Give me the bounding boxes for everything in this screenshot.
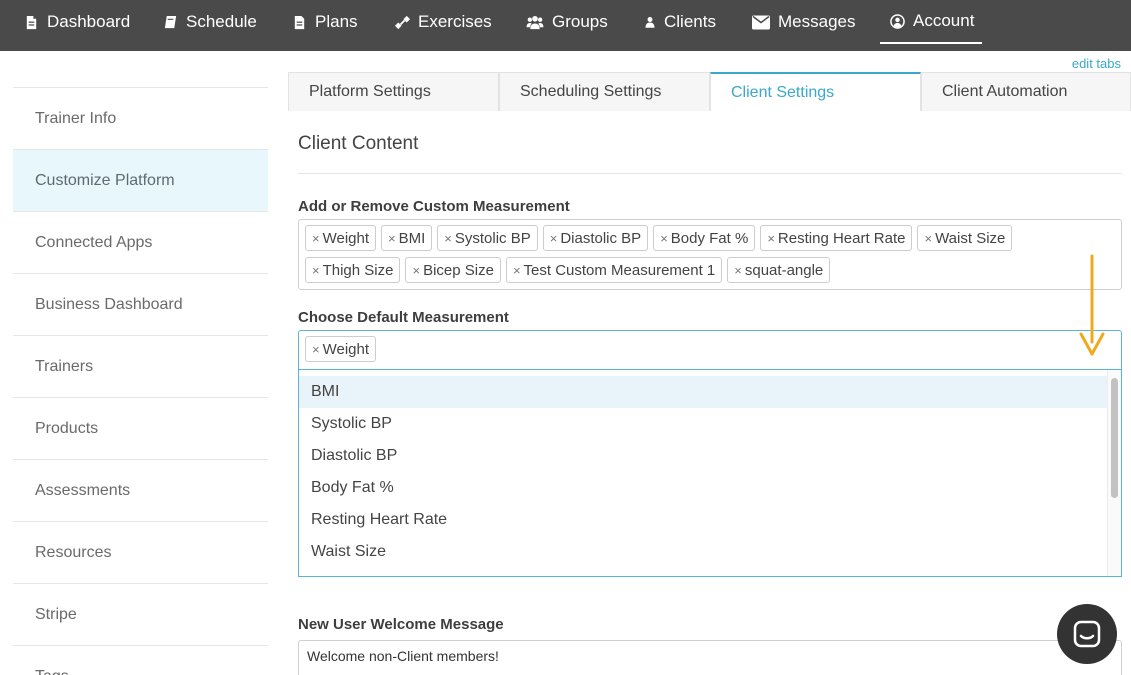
chat-icon bbox=[1073, 620, 1101, 648]
sidebar-item-stripe[interactable]: Stripe bbox=[13, 583, 268, 645]
dropdown-option[interactable]: Systolic BP bbox=[299, 408, 1121, 440]
tag-label: Weight bbox=[322, 229, 370, 247]
users-icon bbox=[526, 15, 544, 29]
nav-schedule-label: Schedule bbox=[186, 12, 257, 31]
sidebar-item-tags[interactable]: Tags bbox=[13, 645, 268, 675]
sidebar-item-trainer-info[interactable]: Trainer Info bbox=[13, 87, 268, 149]
tab-scheduling-settings[interactable]: Scheduling Settings bbox=[499, 72, 710, 111]
nav-clients[interactable]: Clients bbox=[644, 0, 716, 44]
sidebar-item-business-dashboard[interactable]: Business Dashboard bbox=[13, 273, 268, 335]
dropdown-option[interactable]: BMI bbox=[299, 376, 1121, 408]
nav-plans[interactable]: Plans bbox=[292, 0, 358, 44]
measurement-tag: × Diastolic BP bbox=[542, 225, 649, 251]
remove-tag-icon[interactable]: × bbox=[734, 263, 742, 278]
sidebar-item-products[interactable]: Products bbox=[13, 397, 268, 459]
nav-exercises[interactable]: Exercises bbox=[395, 0, 492, 44]
nav-account[interactable]: Account bbox=[880, 0, 982, 44]
account-circle-icon bbox=[890, 13, 905, 29]
nav-schedule[interactable]: Schedule bbox=[163, 0, 257, 44]
selected-measurement-tag: × Weight bbox=[305, 336, 377, 362]
welcome-message-field[interactable]: Welcome non-Client members! bbox=[298, 640, 1122, 675]
tag-label: Resting Heart Rate bbox=[777, 229, 906, 247]
measurement-tag: × Waist Size bbox=[917, 225, 1013, 251]
measurement-tag: × BMI bbox=[381, 225, 433, 251]
edit-tabs-link[interactable]: edit tabs bbox=[1072, 56, 1121, 71]
sidebar-item-assessments[interactable]: Assessments bbox=[13, 459, 268, 521]
remove-tag-icon[interactable]: × bbox=[312, 263, 320, 278]
dropdown-scroll-track[interactable] bbox=[1107, 370, 1121, 576]
book-icon bbox=[164, 15, 177, 28]
sidebar-item-connected-apps[interactable]: Connected Apps bbox=[13, 211, 268, 273]
measurement-tag: × Resting Heart Rate bbox=[760, 225, 913, 251]
tag-label: squat-angle bbox=[744, 261, 824, 279]
dumbbell-icon bbox=[395, 15, 410, 29]
measurement-dropdown: BMI Systolic BP Diastolic BP Body Fat % … bbox=[298, 370, 1122, 577]
remove-tag-icon[interactable]: × bbox=[312, 342, 320, 357]
nav-messages-label: Messages bbox=[778, 12, 856, 31]
sidebar-item-trainers[interactable]: Trainers bbox=[13, 335, 268, 397]
default-measurement-input[interactable]: × Weight bbox=[298, 330, 1122, 370]
measurement-tag: × Bicep Size bbox=[405, 257, 501, 283]
envelope-icon bbox=[752, 15, 770, 29]
dropdown-option[interactable]: Body Fat % bbox=[299, 472, 1121, 504]
nav-groups[interactable]: Groups bbox=[526, 0, 608, 44]
tab-client-automation[interactable]: Client Automation bbox=[921, 72, 1131, 111]
measurement-tag: × Systolic BP bbox=[437, 225, 538, 251]
measurement-tag: × squat-angle bbox=[727, 257, 831, 283]
remove-tag-icon[interactable]: × bbox=[388, 231, 396, 246]
custom-measurement-label: Add or Remove Custom Measurement bbox=[298, 198, 570, 215]
welcome-message-label: New User Welcome Message bbox=[298, 616, 504, 633]
remove-tag-icon[interactable]: × bbox=[412, 263, 420, 278]
remove-tag-icon[interactable]: × bbox=[660, 231, 668, 246]
remove-tag-icon[interactable]: × bbox=[767, 231, 775, 246]
tag-label: Thigh Size bbox=[322, 261, 394, 279]
sidebar-item-resources[interactable]: Resources bbox=[13, 521, 268, 583]
tag-label: BMI bbox=[398, 229, 426, 247]
tag-label: Waist Size bbox=[935, 229, 1006, 247]
nav-dashboard[interactable]: Dashboard bbox=[24, 0, 130, 44]
tag-label: Body Fat % bbox=[670, 229, 749, 247]
measurement-tag: × Body Fat % bbox=[653, 225, 756, 251]
document-icon bbox=[294, 15, 305, 29]
nav-account-label: Account bbox=[913, 11, 975, 30]
nav-dashboard-label: Dashboard bbox=[47, 12, 131, 31]
tab-client-settings[interactable]: Client Settings bbox=[710, 72, 921, 111]
tag-label: Systolic BP bbox=[454, 229, 531, 247]
dropdown-option[interactable]: Diastolic BP bbox=[299, 440, 1121, 472]
settings-tabs: Platform Settings Scheduling Settings Cl… bbox=[288, 72, 1131, 111]
nav-messages[interactable]: Messages bbox=[752, 0, 855, 44]
measurement-tag: × Test Custom Measurement 1 bbox=[505, 257, 723, 283]
divider bbox=[298, 173, 1122, 174]
chat-launcher-button[interactable] bbox=[1057, 604, 1117, 664]
user-icon bbox=[645, 16, 655, 28]
dropdown-option[interactable]: Waist Size bbox=[299, 536, 1121, 568]
nav-groups-label: Groups bbox=[552, 12, 608, 31]
nav-exercises-label: Exercises bbox=[418, 12, 492, 31]
tag-label: Test Custom Measurement 1 bbox=[523, 261, 716, 279]
custom-measurement-input[interactable]: × Weight × BMI × Systolic BP × Diastolic BP × Bod… bbox=[298, 219, 1122, 290]
tag-label: Diastolic BP bbox=[560, 229, 642, 247]
dropdown-scrollbar[interactable] bbox=[1111, 378, 1118, 498]
tab-platform-settings[interactable]: Platform Settings bbox=[288, 72, 499, 111]
nav-plans-label: Plans bbox=[315, 12, 358, 31]
top-nav: Dashboard Schedule Plans Exercises Group… bbox=[0, 0, 1131, 51]
tag-label: Weight bbox=[322, 340, 370, 358]
measurement-tag: × Thigh Size bbox=[305, 257, 401, 283]
remove-tag-icon[interactable]: × bbox=[550, 231, 558, 246]
sidebar-item-customize-platform[interactable]: Customize Platform bbox=[13, 149, 268, 211]
remove-tag-icon[interactable]: × bbox=[444, 231, 452, 246]
section-title: Client Content bbox=[298, 133, 419, 154]
tag-label: Bicep Size bbox=[423, 261, 494, 279]
remove-tag-icon[interactable]: × bbox=[312, 231, 320, 246]
annotation-arrow-icon bbox=[1079, 254, 1105, 356]
document-icon bbox=[26, 15, 37, 29]
nav-clients-label: Clients bbox=[664, 12, 716, 31]
measurement-tag: × Weight bbox=[305, 225, 377, 251]
dropdown-option[interactable]: Resting Heart Rate bbox=[299, 504, 1121, 536]
sidebar: Trainer Info Customize Platform Connecte… bbox=[13, 87, 268, 675]
default-measurement-label: Choose Default Measurement bbox=[298, 309, 509, 326]
remove-tag-icon[interactable]: × bbox=[513, 263, 521, 278]
remove-tag-icon[interactable]: × bbox=[924, 231, 932, 246]
